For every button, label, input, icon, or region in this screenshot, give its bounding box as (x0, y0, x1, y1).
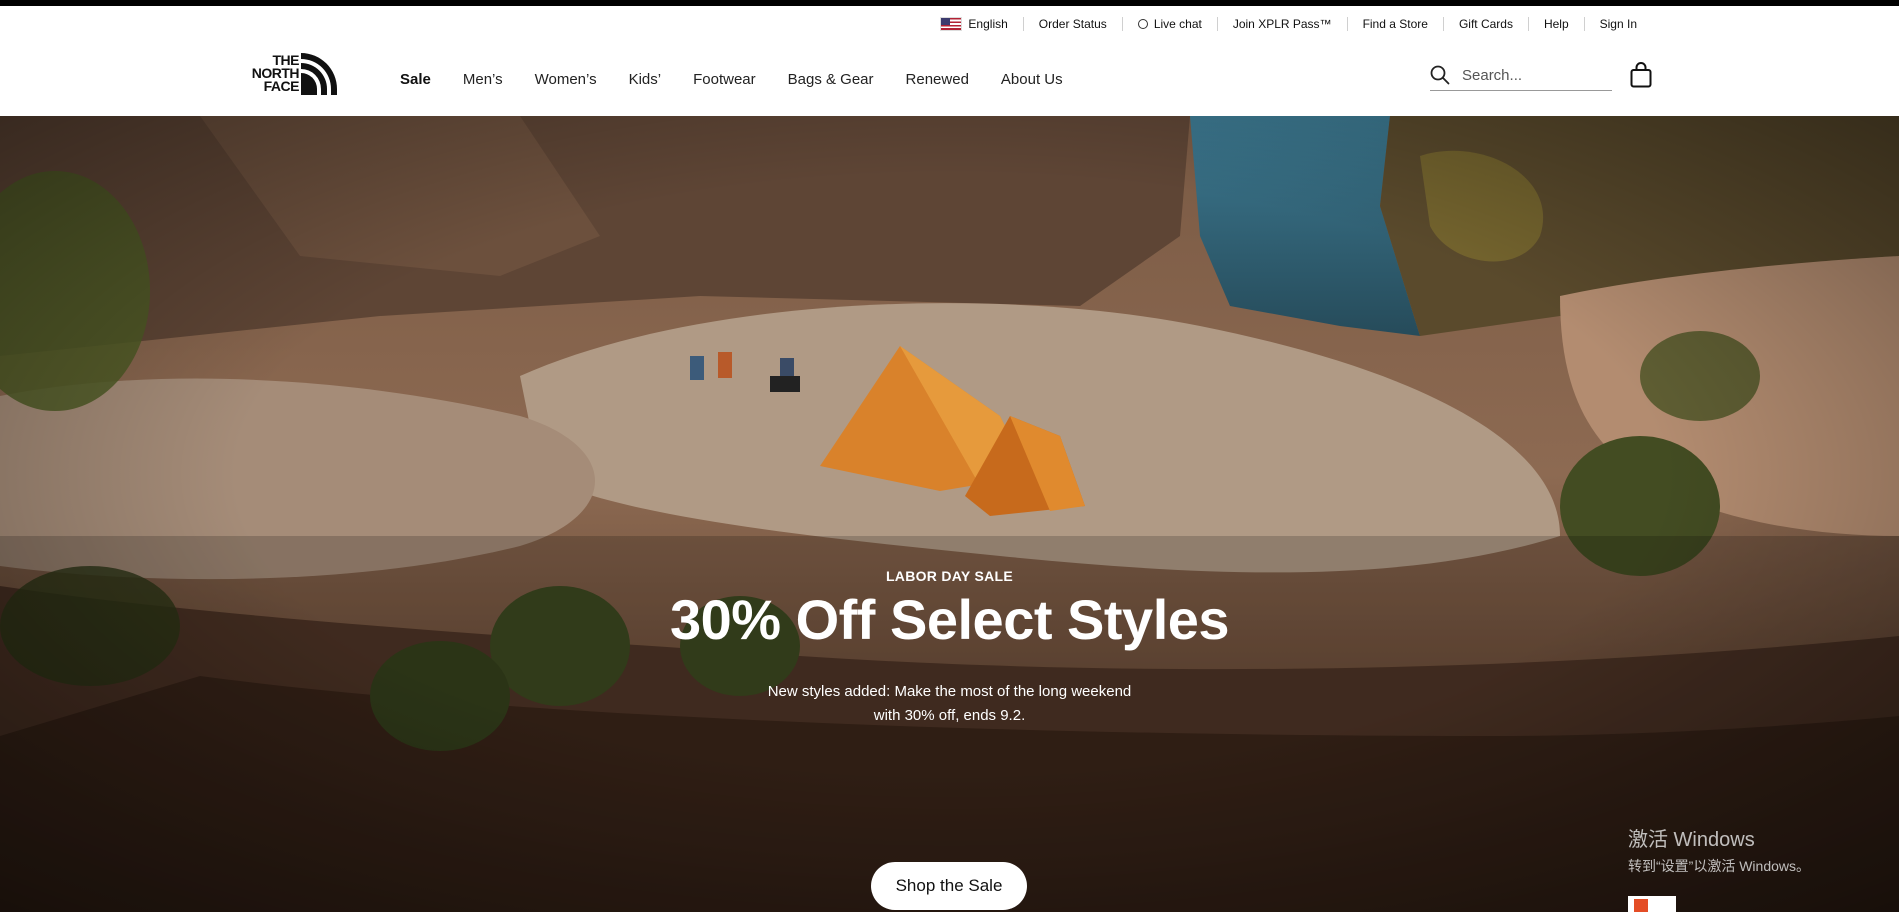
logo-wordmark: THE NORTH FACE (237, 53, 300, 94)
sign-in-label: Sign In (1599, 17, 1637, 31)
nav-kids[interactable]: Kids’ (613, 71, 678, 88)
live-chat-label: Live chat (1153, 17, 1202, 31)
utility-links: English Order Status Live chat Join XPLR… (925, 6, 1652, 42)
nav-mens[interactable]: Men’s (447, 71, 519, 88)
watermark-line-1: 激活 Windows (1628, 829, 1755, 851)
nav-womens[interactable]: Women’s (519, 71, 613, 88)
html5-badge (1628, 896, 1676, 912)
find-store-link[interactable]: Find a Store (1346, 17, 1443, 31)
hero-eyebrow: LABOR DAY SALE (885, 568, 1014, 584)
help-link[interactable]: Help (1527, 17, 1584, 31)
windows-activation-watermark: 激活 Windows 转到“设置”以激活 Windows。 (1628, 823, 1810, 876)
order-status-label: Order Status (1038, 17, 1107, 31)
find-store-label: Find a Store (1362, 17, 1428, 31)
hero-headline: 30% Off Select Styles (669, 588, 1230, 651)
hero-subtext: New styles added: Make the most of the l… (0, 680, 1899, 728)
search-box (1430, 60, 1612, 91)
gift-cards-label: Gift Cards (1458, 17, 1513, 31)
shop-the-sale-button[interactable]: Shop the Sale (871, 862, 1027, 910)
chat-bubble-icon (1137, 19, 1148, 29)
nav-footwear[interactable]: Footwear (677, 71, 772, 88)
us-flag-icon (940, 17, 963, 31)
help-label: Help (1543, 17, 1569, 31)
nav-about-us[interactable]: About Us (985, 71, 1079, 88)
order-status-link[interactable]: Order Status (1022, 17, 1122, 31)
nav-renewed[interactable]: Renewed (890, 71, 985, 88)
gift-cards-link[interactable]: Gift Cards (1442, 17, 1528, 31)
logo-line-3: FACE (263, 78, 300, 94)
hero-subtext-line-1: New styles added: Make the most of the l… (767, 683, 1132, 700)
xplr-pass-link[interactable]: Join XPLR Pass™ (1216, 17, 1347, 31)
utility-bar: English Order Status Live chat Join XPLR… (0, 6, 1899, 42)
html5-icon (1634, 899, 1648, 912)
live-chat-link[interactable]: Live chat (1121, 17, 1217, 31)
search-input[interactable] (1460, 65, 1604, 85)
hero-subtext-line-2: with 30% off, ends 9.2. (873, 707, 1026, 724)
search-icon[interactable] (1430, 65, 1450, 85)
half-dome-logo-icon (301, 53, 337, 95)
main-nav: THE NORTH FACE Sale Men’s Women’s Kids’ … (0, 42, 1899, 116)
hero-background-image (0, 116, 1899, 912)
watermark-line-2: 转到“设置”以激活 Windows。 (1628, 858, 1811, 874)
nav-sale[interactable]: Sale (384, 71, 447, 88)
the-north-face-logo[interactable]: THE NORTH FACE (237, 50, 341, 98)
language-label: English (968, 17, 1008, 31)
sign-in-link[interactable]: Sign In (1583, 17, 1652, 31)
shopping-bag-icon[interactable] (1630, 62, 1652, 88)
hero-banner[interactable]: LABOR DAY SALE 30% Off Select Styles New… (0, 116, 1899, 912)
language-selector[interactable]: English (925, 17, 1022, 31)
category-menu: Sale Men’s Women’s Kids’ Footwear Bags &… (384, 42, 1079, 116)
xplr-pass-label: Join XPLR Pass™ (1232, 17, 1332, 31)
nav-bags-gear[interactable]: Bags & Gear (772, 71, 890, 88)
